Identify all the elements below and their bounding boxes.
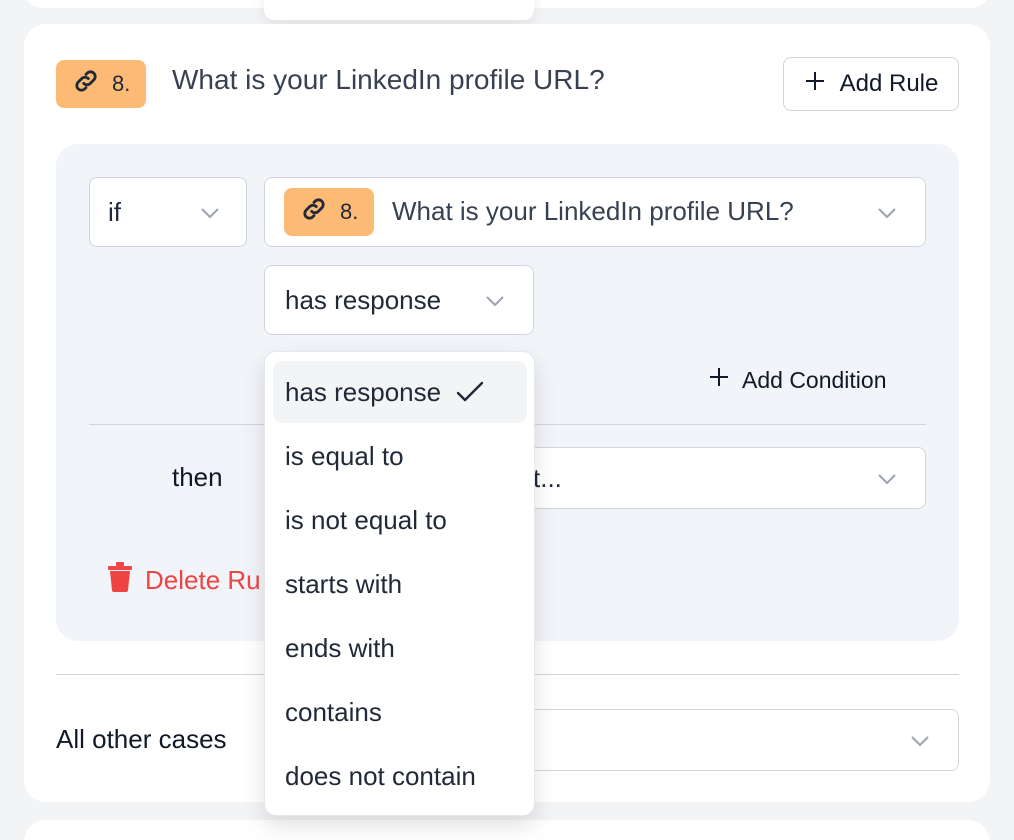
link-icon (72, 67, 100, 101)
operator-dropdown-menu: has response is equal to is not equal to… (264, 351, 535, 816)
check-icon (456, 381, 484, 402)
plus-icon (708, 366, 730, 394)
chevron-down-icon (911, 736, 929, 747)
chevron-down-icon (878, 474, 896, 485)
menu-option-is-not-equal-to[interactable]: is not equal to (273, 489, 527, 551)
menu-option-is-equal-to[interactable]: is equal to (273, 425, 527, 487)
menu-option-contains[interactable]: contains (273, 681, 527, 743)
next-question-card (24, 820, 990, 840)
chevron-down-icon (486, 296, 504, 307)
trash-icon (107, 562, 133, 599)
chevron-down-icon (201, 208, 219, 219)
then-action-value: t... (533, 462, 562, 493)
condition-question-number: 8. (340, 199, 359, 224)
if-label: if (108, 196, 121, 227)
condition-question-title: What is your LinkedIn profile URL? (392, 196, 794, 226)
operator-value: has response (285, 284, 442, 315)
link-icon (300, 195, 328, 229)
plus-icon (804, 70, 826, 99)
menu-option-starts-with[interactable]: starts with (273, 553, 527, 615)
add-condition-button[interactable]: Add Condition (708, 366, 887, 394)
condition-question-badge: 8. (284, 188, 375, 236)
question-number: 8. (112, 71, 131, 96)
menu-option-ends-with[interactable]: ends with (273, 617, 527, 679)
delete-rule-button[interactable]: Delete Ru (107, 562, 261, 599)
operator-select[interactable]: has response (264, 265, 534, 335)
question-title: What is your LinkedIn profile URL? (172, 64, 605, 95)
then-label: then (172, 462, 223, 492)
menu-option-has-response[interactable]: has response (273, 361, 527, 423)
previous-dropdown-edge (264, 0, 534, 20)
add-rule-button[interactable]: Add Rule (783, 57, 959, 111)
question-badge: 8. (56, 60, 147, 108)
other-cases-label: All other cases (56, 724, 227, 754)
add-condition-label: Add Condition (742, 366, 887, 393)
if-select[interactable]: if (89, 177, 247, 247)
menu-option-does-not-contain[interactable]: does not contain (273, 745, 527, 807)
delete-rule-label: Delete Ru (145, 565, 261, 595)
add-rule-label: Add Rule (839, 70, 939, 97)
chevron-down-icon (878, 208, 896, 219)
